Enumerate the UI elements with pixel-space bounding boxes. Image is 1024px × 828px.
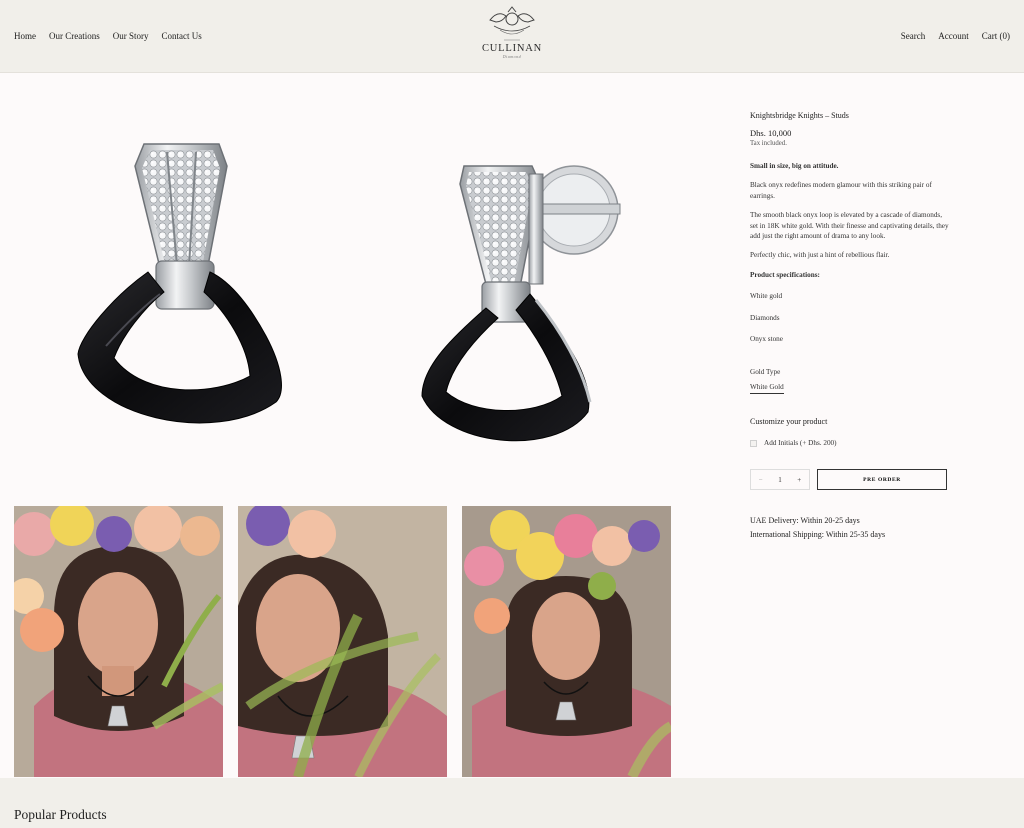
crest-icon (489, 6, 535, 41)
description-paragraph-1: Black onyx redefines modern glamour with… (750, 181, 932, 200)
uae-delivery-text: UAE Delivery: Within 20-25 days (750, 516, 860, 526)
spec-item: Onyx stone (750, 335, 783, 344)
site-header: Home Our Creations Our Story Contact Us … (0, 0, 1024, 73)
product-title: Knightsbridge Knights – Studs (750, 111, 849, 120)
customize-heading: Customize your product (750, 417, 828, 427)
add-initials-option[interactable]: Add Initials (+ Dhs. 200) (750, 438, 950, 448)
nav-contact-us[interactable]: Contact Us (162, 31, 202, 41)
thumbnail-3[interactable] (462, 506, 671, 777)
international-shipping-text: International Shipping: Within 25-35 day… (750, 530, 886, 540)
account-link[interactable]: Account (938, 31, 969, 41)
quantity-value[interactable]: 1 (778, 475, 782, 485)
search-link[interactable]: Search (901, 31, 926, 41)
earring-side-view (421, 165, 621, 442)
product-tagline: Small in size, big on attitude. (750, 161, 839, 170)
add-initials-checkbox[interactable] (750, 439, 757, 447)
spec-item: Diamonds (750, 313, 780, 322)
product-details: Knightsbridge Knights – Studs Dhs. 10,00… (750, 110, 950, 542)
add-initials-label: Add Initials (+ Dhs. 200) (764, 439, 837, 448)
spec-item: White gold (750, 292, 783, 301)
specs-heading: Product specifications: (750, 270, 820, 279)
gold-type-label: Gold Type (750, 367, 781, 376)
gold-type-option-white-gold[interactable]: White Gold (750, 382, 784, 395)
brand-logo[interactable]: CULLINAN Diamond (480, 6, 544, 68)
delivery-info: UAE Delivery: Within 20-25 days Internat… (750, 514, 950, 541)
popular-products-band (0, 778, 1024, 828)
nav-our-story[interactable]: Our Story (113, 31, 149, 41)
product-price: Dhs. 10,000 (750, 127, 792, 138)
increase-quantity-button[interactable]: + (797, 475, 801, 485)
description-paragraph-3: Perfectly chic, with just a hint of rebe… (750, 251, 890, 260)
tax-note: Tax included. (750, 139, 787, 147)
nav-home[interactable]: Home (14, 31, 36, 41)
purchase-row: − 1 + PRE ORDER (750, 469, 950, 491)
earring-front-view (77, 143, 282, 424)
thumbnail-1[interactable] (14, 506, 223, 777)
popular-products-heading: Popular Products (14, 807, 107, 822)
pre-order-button[interactable]: PRE ORDER (817, 469, 947, 491)
logo-wordmark: CULLINAN (481, 43, 543, 54)
thumbnail-2[interactable] (238, 506, 447, 777)
main-product-image[interactable] (14, 96, 672, 486)
decrease-quantity-button[interactable]: − (759, 475, 763, 485)
description-paragraph-2: The smooth black onyx loop is elevated b… (750, 211, 949, 240)
cart-link[interactable]: Cart (0) (982, 31, 1010, 41)
main-nav: Home Our Creations Our Story Contact Us (14, 31, 202, 41)
utility-nav: Search Account Cart (0) (901, 31, 1010, 41)
nav-our-creations[interactable]: Our Creations (49, 31, 100, 41)
quantity-stepper[interactable]: − 1 + (750, 469, 810, 491)
logo-tagline: Diamond (502, 54, 522, 59)
